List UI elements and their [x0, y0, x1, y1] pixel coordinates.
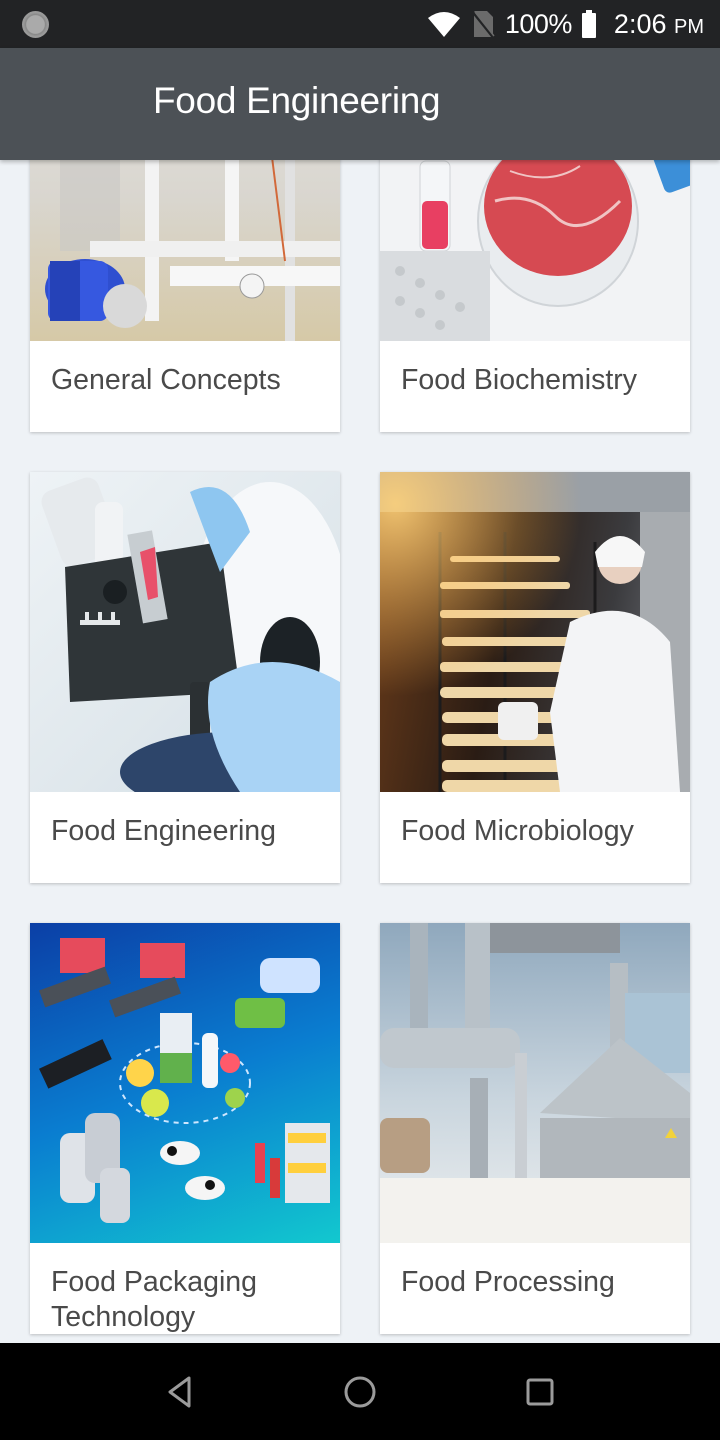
battery-percent: 100%	[504, 8, 573, 39]
card-label: Food Packaging Technology	[51, 1266, 257, 1333]
battery-full-icon	[581, 10, 596, 38]
card-image-steel-tanks	[380, 923, 690, 1243]
status-bar: 100% 2:06 PM	[0, 0, 720, 48]
category-card-general-concepts[interactable]: General Concepts	[30, 160, 340, 432]
clock-ampm: PM	[674, 15, 704, 38]
back-icon	[168, 1376, 191, 1408]
app-bar: Food Engineering	[0, 48, 720, 160]
home-button[interactable]	[339, 1371, 381, 1413]
page-title: Food Engineering	[153, 80, 441, 121]
clock: 2:06 PM	[614, 9, 704, 40]
card-label: Food Microbiology	[401, 815, 634, 847]
category-card-food-engineering[interactable]: Food Engineering	[30, 472, 340, 883]
card-image-lab-meat	[380, 160, 690, 341]
card-image-dairy-infographic	[30, 923, 340, 1243]
card-label: Food Biochemistry	[401, 364, 638, 396]
card-label: Food Processing	[401, 1266, 615, 1298]
home-icon	[344, 1376, 376, 1408]
category-grid[interactable]: General Concepts Food Biochemistry Food …	[0, 160, 720, 1343]
category-card-food-biochemistry[interactable]: Food Biochemistry	[380, 160, 690, 432]
wifi-icon	[427, 12, 460, 37]
loading-spinner-icon	[22, 11, 49, 38]
card-image-microscope	[30, 472, 340, 792]
no-sim-icon	[471, 11, 495, 38]
recents-icon	[526, 1378, 554, 1406]
category-card-food-packaging-technology[interactable]: Food Packaging Technology	[30, 923, 340, 1334]
card-image-baker-oven	[380, 472, 690, 792]
card-label: Food Engineering	[51, 815, 276, 847]
card-label: General Concepts	[51, 364, 281, 396]
recents-button[interactable]	[519, 1371, 561, 1413]
category-card-food-processing[interactable]: Food Processing	[380, 923, 690, 1334]
back-button[interactable]	[159, 1371, 201, 1413]
category-card-food-microbiology[interactable]: Food Microbiology	[380, 472, 690, 883]
card-image-industrial-pump	[30, 160, 340, 341]
navigation-bar	[0, 1343, 720, 1440]
clock-time: 2:06	[613, 8, 667, 39]
